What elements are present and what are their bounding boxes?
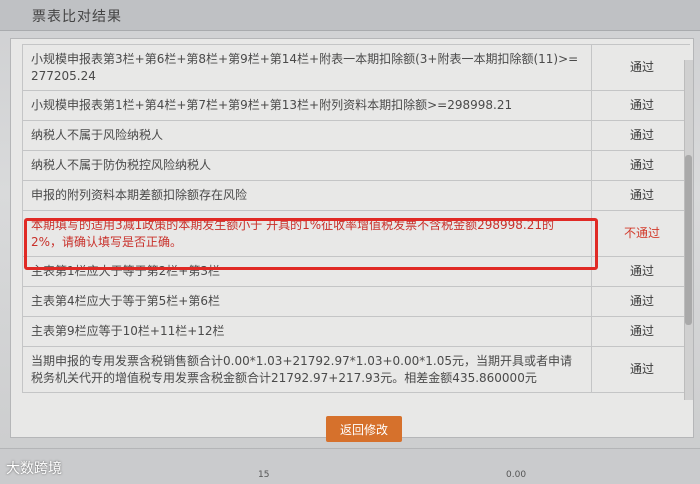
footer-number: 15 (258, 470, 270, 480)
table-row: 主表第1栏应大于等于第2栏+第3栏 通过 (22, 256, 690, 287)
title-bar: 票表比对结果 (0, 0, 700, 31)
rule-message: 纳税人不属于风险纳税人 (22, 120, 592, 151)
table-row: 当期申报的专用发票含税销售额合计0.00*1.03+21792.97*1.03+… (22, 346, 690, 393)
rule-result: 通过 (591, 120, 690, 151)
table-row-failed: 本期填写的适用3减1政策的本期发生额小于 开具的1%征收率增值税发票不含税金额2… (22, 210, 690, 257)
window-title: 票表比对结果 (32, 9, 122, 25)
back-to-edit-button[interactable]: 返回修改 (326, 416, 402, 442)
footer-number: 0.00 (506, 470, 527, 480)
result-table: 小规模申报表第3栏+第6栏+第8栏+第9栏+第14栏+附表一本期扣除额(3+附表… (22, 44, 690, 393)
table-row: 主表第4栏应大于等于第5栏+第6栏 通过 (22, 286, 690, 317)
rule-result: 通过 (591, 256, 690, 287)
rule-message: 主表第4栏应大于等于第5栏+第6栏 (22, 286, 592, 317)
bottom-bar (0, 448, 700, 484)
rule-message: 本期填写的适用3减1政策的本期发生额小于 开具的1%征收率增值税发票不含税金额2… (22, 210, 592, 257)
table-row: 小规模申报表第1栏+第4栏+第7栏+第9栏+第13栏+附列资料本期扣除额>=29… (22, 90, 690, 121)
rule-result: 通过 (591, 286, 690, 317)
screen: 票表比对结果 小规模申报表第3栏+第6栏+第8栏+第9栏+第14栏+附表一本期扣… (0, 0, 700, 484)
rule-result: 不通过 (591, 210, 690, 257)
rule-message: 纳税人不属于防伪税控风险纳税人 (22, 150, 592, 181)
rule-result: 通过 (591, 346, 690, 393)
table-row: 申报的附列资料本期差额扣除额存在风险 通过 (22, 180, 690, 211)
rule-message: 小规模申报表第3栏+第6栏+第8栏+第9栏+第14栏+附表一本期扣除额(3+附表… (22, 44, 592, 91)
rule-message: 当期申报的专用发票含税销售额合计0.00*1.03+21792.97*1.03+… (22, 346, 592, 393)
table-row: 主表第9栏应等于10栏+11栏+12栏 通过 (22, 316, 690, 347)
table-row: 纳税人不属于防伪税控风险纳税人 通过 (22, 150, 690, 181)
rule-result: 通过 (591, 180, 690, 211)
table-row: 纳税人不属于风险纳税人 通过 (22, 120, 690, 151)
rule-message: 小规模申报表第1栏+第4栏+第7栏+第9栏+第13栏+附列资料本期扣除额>=29… (22, 90, 592, 121)
rule-result: 通过 (591, 44, 690, 91)
rule-result: 通过 (591, 150, 690, 181)
rule-message: 主表第9栏应等于10栏+11栏+12栏 (22, 316, 592, 347)
table-row: 小规模申报表第3栏+第6栏+第8栏+第9栏+第14栏+附表一本期扣除额(3+附表… (22, 44, 690, 91)
scrollbar-thumb[interactable] (685, 155, 692, 325)
rule-message: 主表第1栏应大于等于第2栏+第3栏 (22, 256, 592, 287)
brand-watermark: 大数跨境 (6, 461, 62, 477)
rule-result: 通过 (591, 90, 690, 121)
rule-message: 申报的附列资料本期差额扣除额存在风险 (22, 180, 592, 211)
rule-result: 通过 (591, 316, 690, 347)
result-table-container: 小规模申报表第3栏+第6栏+第8栏+第9栏+第14栏+附表一本期扣除额(3+附表… (22, 44, 690, 434)
